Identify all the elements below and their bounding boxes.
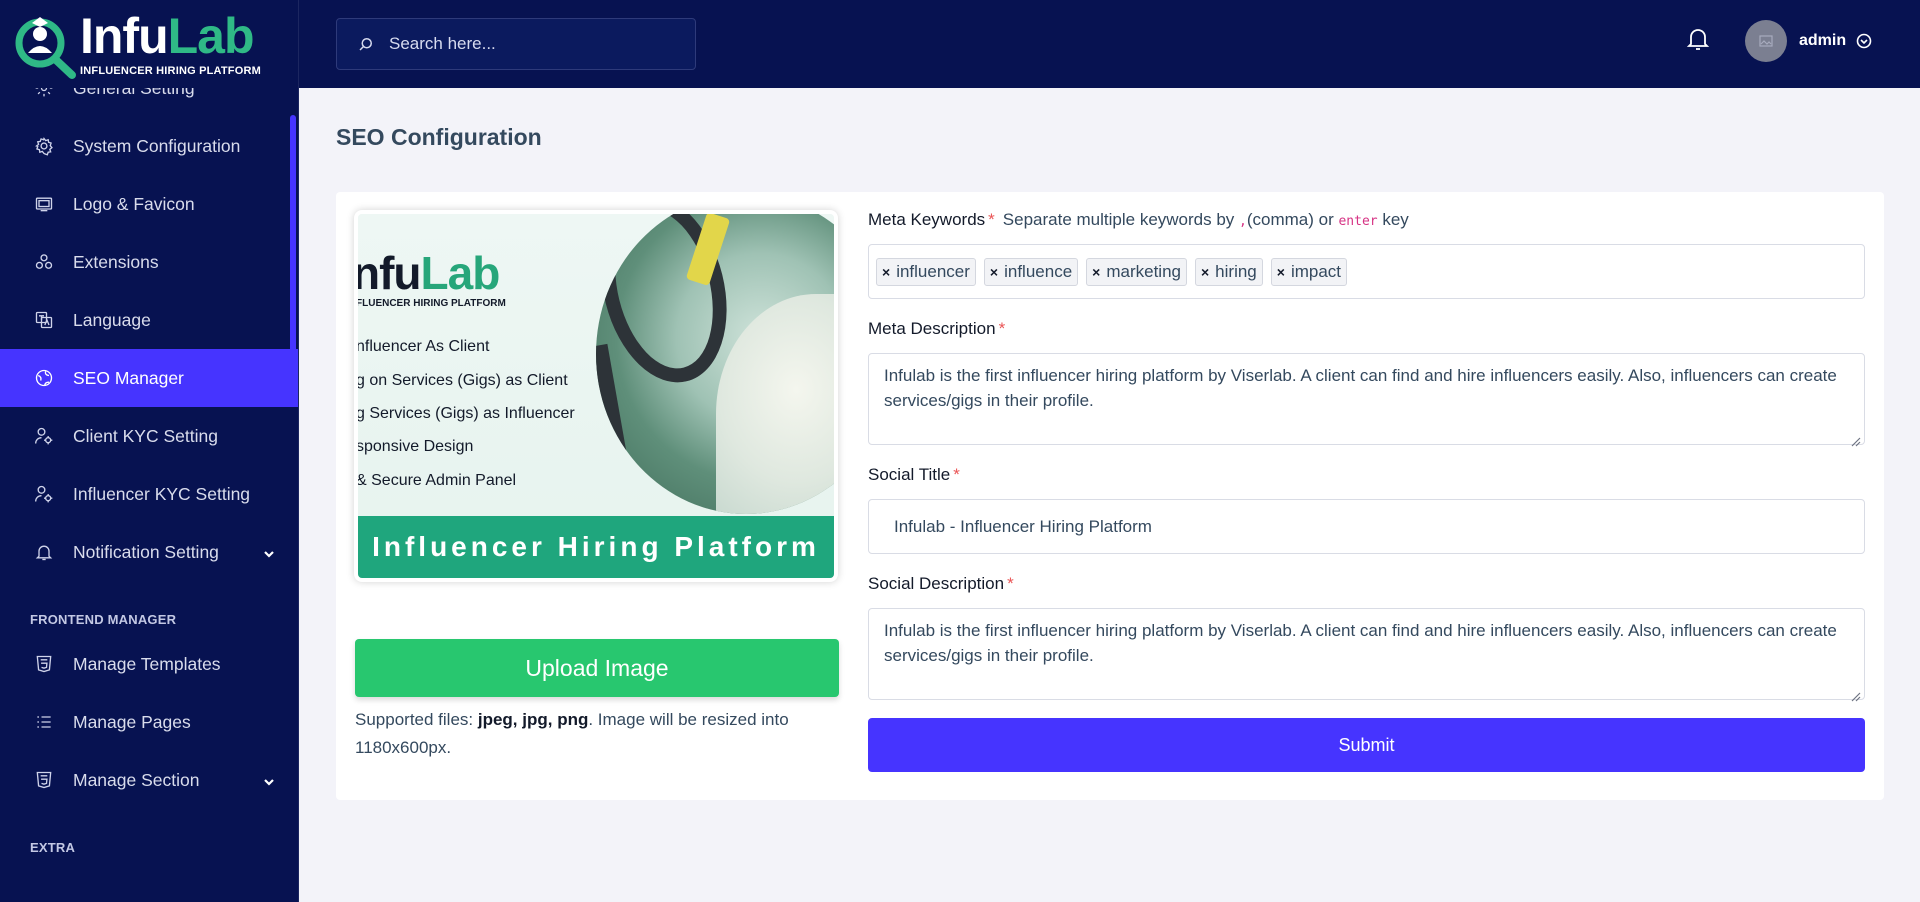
sidebar-item-manage-templates[interactable]: Manage Templates (0, 635, 298, 693)
bell-icon (1686, 29, 1710, 50)
sidebar-item-seo-manager[interactable]: SEO Manager (0, 349, 298, 407)
topbar: admin (299, 0, 1920, 88)
html5-icon (32, 652, 56, 676)
chevron-down-icon (262, 545, 276, 559)
keyword-tag: × influence (983, 257, 1079, 286)
sidebar-item-client-kyc-setting[interactable]: Client KYC Setting (0, 407, 298, 465)
resize-grip-icon[interactable] (1849, 429, 1861, 447)
sidebar-item-label: Influencer KYC Setting (73, 483, 251, 504)
meta-description-textarea[interactable]: Infulab is the first influencer hiring p… (868, 353, 1865, 447)
keyword-tag: × influencer (876, 257, 976, 286)
sidebar-item-extensions[interactable]: Extensions (0, 233, 298, 291)
avatar (1745, 20, 1787, 62)
brand-logo[interactable]: InfuLab INFLUENCER HIRING PLATFORM (0, 0, 298, 88)
remove-tag-button[interactable]: × (882, 264, 890, 280)
sidebar-scrollbar[interactable] (290, 115, 296, 385)
preview-feature-line: g on Services (Gigs) as Client (356, 372, 568, 389)
preview-feature-line: & Secure Admin Panel (356, 472, 517, 489)
seo-config-card: nfuLab FLUENCER HIRING PLATFORM nfluence… (336, 192, 1884, 800)
keyword-tag: × hiring (1194, 257, 1263, 286)
social-title-input[interactable]: Infulab - Influencer Hiring Platform (868, 499, 1865, 554)
preview-logo: nfuLab (354, 247, 500, 299)
sidebar-nav: General Setting System Configuration Log… (0, 78, 298, 863)
social-description-label: Social Description * (868, 574, 1014, 593)
sidebar-item-manage-pages[interactable]: Manage Pages (0, 693, 298, 751)
sidebar-item-label: Client KYC Setting (73, 425, 218, 446)
upload-image-button[interactable]: Upload Image (355, 639, 839, 697)
image-placeholder-icon (1759, 35, 1773, 47)
meta-keywords-label: Meta Keywords * Separate multiple keyword… (868, 210, 1409, 229)
sidebar-item-notification-setting[interactable]: Notification Setting (0, 523, 298, 581)
sidebar-item-system-configuration[interactable]: System Configuration (0, 117, 298, 175)
social-description-textarea[interactable]: Infulab is the first influencer hiring p… (868, 608, 1865, 702)
sidebar-item-label: SEO Manager (73, 367, 184, 388)
sidebar-item-logo-favicon[interactable]: Logo & Favicon (0, 175, 298, 233)
sidebar-item-language[interactable]: Language (0, 291, 298, 349)
language-icon (32, 308, 56, 332)
supported-files-note: Supported files: jpeg, jpg, png. Image w… (355, 710, 789, 757)
sidebar-item-label: Manage Section (73, 769, 200, 790)
remove-tag-button[interactable]: × (1277, 264, 1285, 280)
puzzle-icon (32, 250, 56, 274)
user-cog-icon (32, 482, 56, 506)
meta-keywords-hint: Separate multiple keywords by ,(comma) o… (1002, 210, 1409, 229)
keyword-tag: × impact (1270, 257, 1348, 286)
remove-tag-button[interactable]: × (990, 264, 998, 280)
remove-tag-button[interactable]: × (1201, 264, 1209, 280)
sidebar-item-label: Logo & Favicon (73, 193, 195, 214)
sidebar-heading-frontend-manager: FRONTEND MANAGER (30, 612, 177, 627)
preview-feature-line: nfluencer As Client (356, 338, 490, 355)
sidebar: InfuLab INFLUENCER HIRING PLATFORM Gener… (0, 0, 299, 902)
seo-form: Meta Keywords * Separate multiple keyword… (868, 210, 1865, 772)
page-title: SEO Configuration (336, 124, 542, 150)
brand-name: InfuLab (80, 8, 255, 64)
cog-icon (32, 134, 56, 158)
seo-image-preview: nfuLab FLUENCER HIRING PLATFORM nfluence… (354, 210, 838, 582)
remove-tag-button[interactable]: × (1092, 264, 1100, 280)
resize-grip-icon[interactable] (1849, 684, 1861, 702)
image-icon (32, 192, 56, 216)
brand-tagline: INFLUENCER HIRING PLATFORM (80, 65, 261, 77)
preview-banner: Influencer Hiring Platform (358, 516, 834, 578)
sidebar-item-label: Extensions (73, 251, 159, 272)
submit-button[interactable]: Submit (868, 718, 1865, 772)
search-box[interactable] (336, 18, 696, 70)
list-icon (32, 710, 56, 734)
globe-icon (32, 366, 56, 390)
logo-magnifier-icon (12, 9, 82, 79)
html5-icon (32, 768, 56, 792)
preview-feature-line: sponsive Design (356, 438, 474, 455)
meta-keywords-input[interactable]: × influencer × influence × marketing × hirin… (868, 244, 1865, 299)
sidebar-item-label: Notification Setting (73, 541, 219, 562)
sidebar-item-label: Manage Templates (73, 653, 221, 674)
keyword-tag: × marketing (1086, 257, 1187, 286)
notification-bell-button[interactable] (1686, 26, 1712, 54)
sidebar-item-influencer-kyc-setting[interactable]: Influencer KYC Setting (0, 465, 298, 523)
user-menu[interactable]: admin (1745, 20, 1872, 62)
preview-feature-line: g Services (Gigs) as Influencer (356, 405, 575, 422)
user-cog-icon (32, 424, 56, 448)
bell-icon (32, 540, 56, 564)
sidebar-item-label: Language (73, 309, 151, 330)
sidebar-heading-extra: EXTRA (30, 840, 76, 855)
search-input[interactable] (389, 34, 669, 54)
sidebar-item-label: Manage Pages (73, 711, 191, 732)
sidebar-item-label: System Configuration (73, 135, 241, 156)
chevron-down-icon (262, 773, 276, 787)
sidebar-item-manage-section[interactable]: Manage Section (0, 751, 298, 809)
search-icon (359, 38, 372, 51)
meta-description-label: Meta Description * (868, 319, 1006, 338)
user-name: admin (1799, 32, 1847, 49)
preview-tagline: FLUENCER HIRING PLATFORM (356, 298, 506, 309)
chevron-down-circle-icon (1856, 33, 1872, 49)
social-title-label: Social Title * (868, 465, 960, 484)
